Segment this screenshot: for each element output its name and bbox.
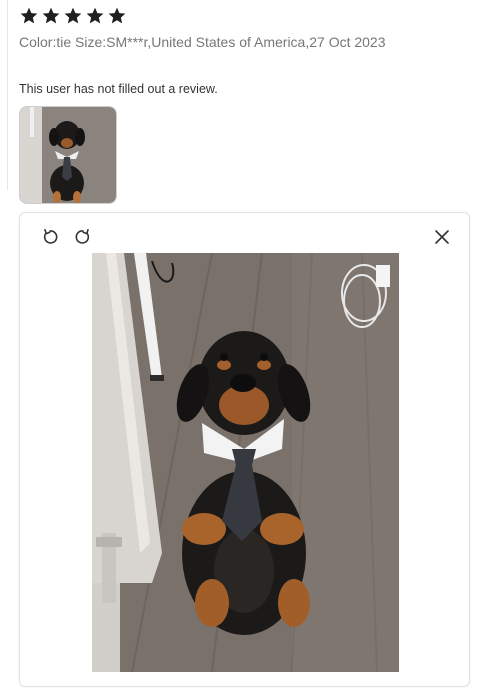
star-icon — [86, 7, 104, 24]
rotate-left-icon[interactable] — [40, 227, 60, 247]
image-viewer — [19, 212, 470, 687]
star-icon — [20, 7, 38, 24]
rotate-right-icon[interactable] — [73, 227, 93, 247]
review-text: This user has not filled out a review. — [19, 82, 218, 96]
dog-photo — [92, 253, 399, 672]
star-icon — [108, 7, 126, 24]
review-photo-thumbnail[interactable] — [19, 106, 117, 204]
divider — [7, 0, 8, 190]
star-icon — [42, 7, 60, 24]
rating-stars — [19, 6, 127, 26]
close-icon[interactable] — [432, 227, 452, 247]
star-icon — [64, 7, 82, 24]
review-meta: Color:tie Size:SM***r,United States of A… — [19, 34, 386, 50]
viewer-photo — [92, 253, 399, 672]
thumbnail-image — [20, 107, 116, 203]
